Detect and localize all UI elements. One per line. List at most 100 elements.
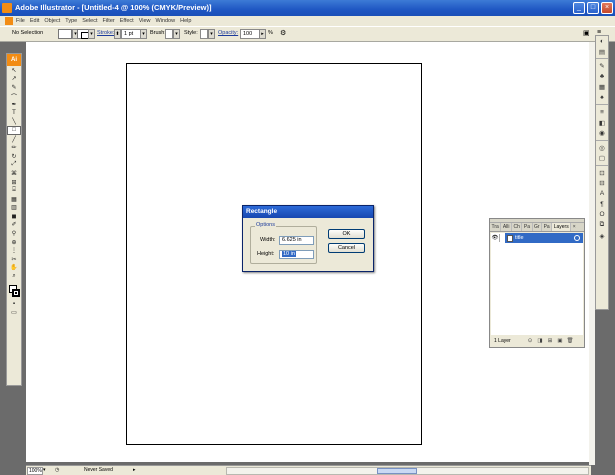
selection-tool-icon[interactable]: ↖ (7, 66, 21, 75)
fill-stroke-swatches[interactable] (7, 284, 21, 300)
gradient-panel-icon[interactable]: ◧ (596, 118, 608, 129)
character-panel-icon[interactable]: A (596, 189, 608, 200)
opentype-panel-icon[interactable]: O (596, 210, 608, 221)
menu-effect[interactable]: Effect (120, 18, 134, 24)
stroke-weight-field[interactable]: 1 pt (121, 29, 141, 39)
height-field[interactable]: 10 in (279, 250, 314, 259)
maximize-button[interactable]: □ (587, 2, 599, 14)
width-field[interactable]: 6.625 in (279, 236, 314, 245)
pen-tool-icon[interactable]: ✒ (7, 100, 21, 109)
rectangle-tool-icon[interactable]: □ (7, 126, 21, 135)
menu-select[interactable]: Select (82, 18, 97, 24)
graph-tool-icon[interactable]: ▦ (7, 195, 21, 204)
info-panel-icon[interactable]: ▢ (596, 153, 608, 164)
horizontal-scrollbar[interactable] (226, 467, 589, 475)
warp-tool-icon[interactable]: ⌘ (7, 169, 21, 178)
menu-file[interactable]: File (16, 18, 25, 24)
target-icon[interactable] (574, 235, 580, 241)
tab-character[interactable]: Ch (512, 223, 523, 231)
ok-button[interactable]: OK (328, 229, 365, 239)
eyedropper-tool-icon[interactable]: ✐ (7, 221, 21, 230)
scroll-thumb[interactable] (377, 468, 417, 474)
mesh-tool-icon[interactable]: ▥ (7, 204, 21, 213)
stroke-label[interactable]: Stroke: (97, 30, 114, 36)
close-tab-icon[interactable]: × (571, 223, 577, 231)
symbols-panel-icon[interactable]: ♣ (596, 72, 608, 83)
menu-object[interactable]: Object (44, 18, 60, 24)
paintbrush-tool-icon[interactable]: ╱ (7, 135, 21, 144)
layers-panel-icon[interactable]: ◈ (596, 231, 608, 242)
opacity-field[interactable]: 100 (240, 29, 260, 39)
free-transform-tool-icon[interactable]: ⊞ (7, 178, 21, 187)
live-paint-tool-icon[interactable]: ⚲ (7, 229, 21, 238)
menu-view[interactable]: View (139, 18, 151, 24)
document-setup-icon[interactable]: ▣ (583, 29, 590, 37)
line-tool-icon[interactable]: ╲ (7, 118, 21, 127)
graphic-styles-panel-icon[interactable]: ▦ (596, 82, 608, 93)
opacity-dropdown[interactable]: ▸ (259, 29, 266, 39)
paragraph-panel-icon[interactable]: ¶ (596, 199, 608, 210)
stroke-panel-icon[interactable]: ≡ (596, 107, 608, 118)
document-menu-icon[interactable] (5, 17, 13, 25)
tab-transparency[interactable]: Tra (490, 223, 502, 231)
menu-help[interactable]: Help (180, 18, 191, 24)
pencil-tool-icon[interactable]: ✏ (7, 143, 21, 152)
menu-window[interactable]: Window (156, 18, 176, 24)
pathfinder-panel-icon[interactable]: ⧉ (596, 220, 608, 231)
color-mode-icon[interactable]: ▪ (7, 300, 21, 309)
eye-icon[interactable]: 👁 (491, 235, 499, 241)
brush-dropdown[interactable]: ▾ (173, 29, 180, 39)
new-sublayer-icon[interactable]: ⊞ (545, 338, 555, 344)
screen-mode-icon[interactable]: ▭ (7, 308, 21, 317)
tab-graphic-styles[interactable]: Gr (533, 223, 543, 231)
opacity-label[interactable]: Opacity: (218, 30, 238, 36)
layer-list[interactable] (491, 243, 583, 335)
type-tool-icon[interactable]: T (7, 109, 21, 118)
gradient-tool-icon[interactable]: ◼ (7, 212, 21, 221)
zoom-tool-icon[interactable]: ⌕ (7, 272, 21, 281)
zoom-field[interactable]: 100% (27, 467, 43, 475)
close-button[interactable]: × (601, 2, 613, 14)
direct-selection-tool-icon[interactable]: ↗ (7, 75, 21, 84)
symbol-sprayer-tool-icon[interactable]: ⌹ (7, 186, 21, 195)
delete-layer-icon[interactable]: 🗑 (565, 338, 575, 344)
tab-pathfinder[interactable]: Pa (542, 223, 553, 231)
align-panel-icon[interactable]: ⊟ (596, 178, 608, 189)
illustrator-app-icon[interactable] (2, 3, 12, 13)
appearance-panel-icon[interactable]: ♠ (596, 93, 608, 104)
scale-tool-icon[interactable]: ⤢ (7, 161, 21, 170)
tab-paragraph[interactable]: Pa (522, 223, 533, 231)
color-panel-icon[interactable]: ◐ (596, 36, 608, 47)
new-layer-icon[interactable]: ▣ (555, 338, 565, 344)
layer-name[interactable]: title (515, 235, 524, 241)
brushes-panel-icon[interactable]: ✎ (596, 61, 608, 72)
hand-tool-icon[interactable]: ✋ (7, 264, 21, 273)
minimize-button[interactable]: _ (573, 2, 585, 14)
zoom-dropdown[interactable]: ▾ (43, 467, 46, 473)
recolor-icon[interactable]: ⚙ (280, 29, 286, 37)
stroke-weight-dropdown[interactable]: ▾ (140, 29, 147, 39)
stroke-swatch-box[interactable] (12, 288, 20, 297)
status-menu-arrow[interactable]: ▸ (133, 467, 136, 473)
swatches-panel-icon[interactable]: ▤ (596, 47, 608, 58)
layer-row[interactable]: 👁 title (491, 233, 583, 243)
slice-tool-icon[interactable]: ⋮ (7, 246, 21, 255)
locate-object-icon[interactable]: ⊙ (525, 338, 535, 344)
menu-edit[interactable]: Edit (30, 18, 39, 24)
style-swatch[interactable] (200, 29, 208, 39)
brush-swatch[interactable] (165, 29, 173, 39)
lasso-tool-icon[interactable]: ⌒ (7, 92, 21, 101)
menu-filter[interactable]: Filter (103, 18, 115, 24)
clipping-mask-icon[interactable]: ◨ (535, 338, 545, 344)
stroke-color-dropdown[interactable]: ▾ (88, 29, 95, 39)
transform-panel-icon[interactable]: ⊡ (596, 168, 608, 179)
history-icon[interactable]: ◷ (55, 467, 59, 473)
scissors-tool-icon[interactable]: ✂ (7, 255, 21, 264)
tab-align[interactable]: Alli (501, 223, 512, 231)
fill-swatch[interactable] (58, 29, 72, 39)
style-dropdown[interactable]: ▾ (208, 29, 215, 39)
magic-wand-tool-icon[interactable]: ✎ (7, 83, 21, 92)
cancel-button[interactable]: Cancel (328, 243, 365, 253)
menu-type[interactable]: Type (65, 18, 77, 24)
blend-tool-icon[interactable]: ⊕ (7, 238, 21, 247)
